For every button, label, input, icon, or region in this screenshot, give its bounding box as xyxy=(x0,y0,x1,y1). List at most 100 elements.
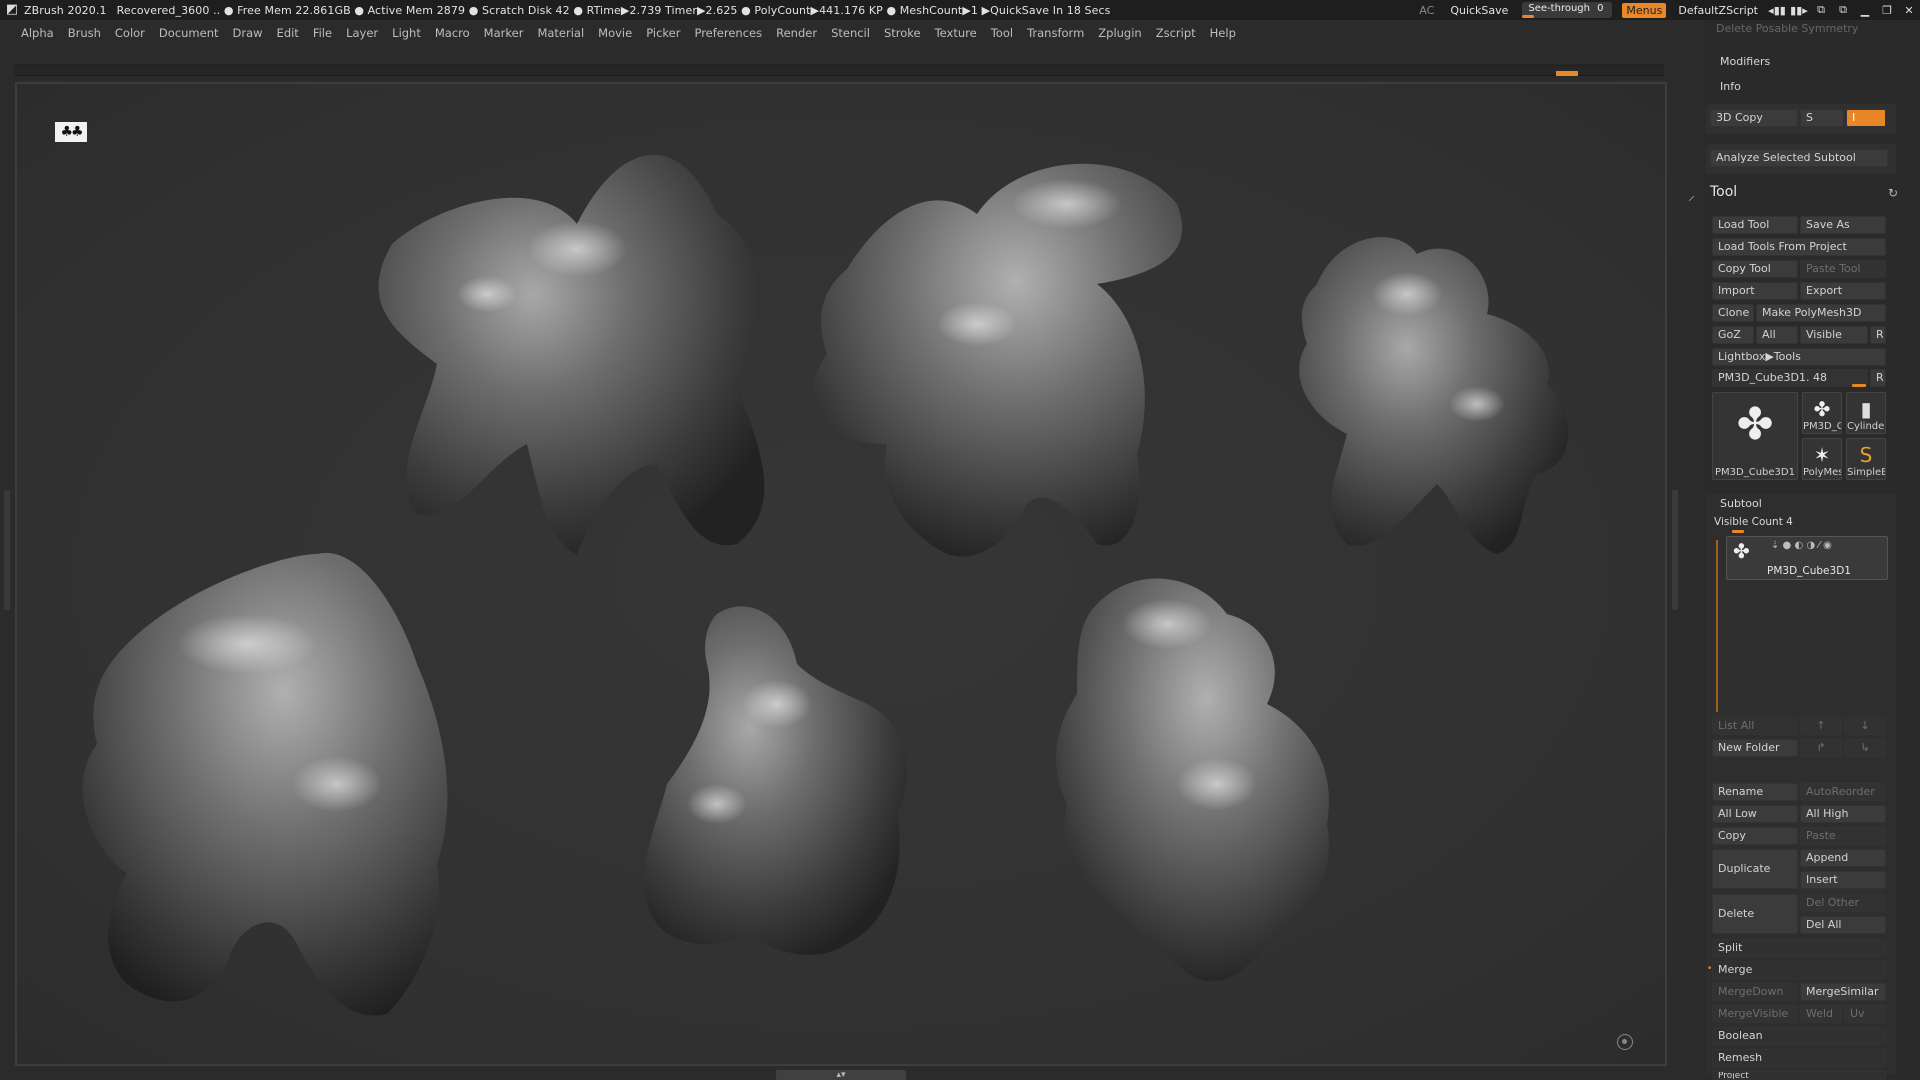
3d-copy-button[interactable]: 3D Copy xyxy=(1710,109,1798,127)
goz-visible-button[interactable]: Visible xyxy=(1800,326,1868,344)
del-all-button[interactable]: Del All xyxy=(1800,916,1886,934)
menu-material[interactable]: Material xyxy=(530,26,591,40)
ac-indicator[interactable]: AC xyxy=(1411,4,1442,17)
close-icon[interactable]: ✕ xyxy=(1898,4,1920,17)
new-folder-button[interactable]: New Folder xyxy=(1712,739,1798,757)
paste-tool-button[interactable]: Paste Tool xyxy=(1800,260,1886,278)
copy-tool-button[interactable]: Copy Tool xyxy=(1712,260,1798,278)
menus-toggle-button[interactable]: Menus xyxy=(1622,2,1667,18)
menu-help[interactable]: Help xyxy=(1203,26,1243,40)
paste-subtool-button[interactable]: Paste xyxy=(1800,827,1886,845)
menu-zplugin[interactable]: Zplugin xyxy=(1091,26,1148,40)
load-tool-button[interactable]: Load Tool xyxy=(1712,216,1798,234)
merge-section[interactable]: Merge xyxy=(1712,961,1886,979)
split-section[interactable]: Split xyxy=(1712,939,1886,957)
all-low-button[interactable]: All Low xyxy=(1712,805,1798,823)
menu-zscript[interactable]: Zscript xyxy=(1149,26,1203,40)
menu-movie[interactable]: Movie xyxy=(591,26,639,40)
boolean-section[interactable]: Boolean xyxy=(1712,1027,1886,1045)
3d-copy-i-button[interactable]: I xyxy=(1846,109,1886,127)
menu-document[interactable]: Document xyxy=(152,26,226,40)
tool-palette-title[interactable]: Tool xyxy=(1710,184,1737,200)
layout-icon-1[interactable]: ◂▮▮ xyxy=(1766,4,1788,17)
duplicate-button[interactable]: Duplicate xyxy=(1712,849,1798,889)
copy-subtool-button[interactable]: Copy xyxy=(1712,827,1798,845)
merge-similar-button[interactable]: MergeSimilar xyxy=(1800,983,1886,1001)
modifiers-section[interactable]: Modifiers xyxy=(1720,55,1770,68)
import-button[interactable]: Import xyxy=(1712,282,1798,300)
lightbox-tools-button[interactable]: Lightbox▶Tools xyxy=(1712,348,1886,366)
menu-alpha[interactable]: Alpha xyxy=(14,26,61,40)
layout-icon-2[interactable]: ▮▮▸ xyxy=(1788,4,1810,17)
menu-transform[interactable]: Transform xyxy=(1020,26,1091,40)
delete-button[interactable]: Delete xyxy=(1712,894,1798,934)
goz-button[interactable]: GoZ xyxy=(1712,326,1754,344)
menu-draw[interactable]: Draw xyxy=(226,26,270,40)
tool-pin-icon[interactable]: ⸝ xyxy=(1688,186,1695,205)
save-as-button[interactable]: Save As xyxy=(1800,216,1886,234)
weld-button[interactable]: Weld xyxy=(1800,1005,1842,1023)
rename-button[interactable]: Rename xyxy=(1712,783,1798,801)
quicksave-button[interactable]: QuickSave xyxy=(1442,4,1516,17)
delete-posable-symmetry-label[interactable]: Delete Posable Symmetry xyxy=(1716,22,1858,35)
menu-marker[interactable]: Marker xyxy=(477,26,531,40)
analyze-selected-subtool-button[interactable]: Analyze Selected Subtool xyxy=(1710,149,1888,167)
autoreorder-button[interactable]: AutoReorder xyxy=(1800,783,1886,801)
menu-file[interactable]: File xyxy=(306,26,339,40)
menu-preferences[interactable]: Preferences xyxy=(687,26,769,40)
make-polymesh3d-button[interactable]: Make PolyMesh3D xyxy=(1756,304,1886,322)
menu-color[interactable]: Color xyxy=(108,26,152,40)
menu-stencil[interactable]: Stencil xyxy=(824,26,877,40)
minimize-icon[interactable]: ▁ xyxy=(1854,4,1876,17)
menu-edit[interactable]: Edit xyxy=(270,26,306,40)
menu-light[interactable]: Light xyxy=(385,26,428,40)
visible-count-label[interactable]: Visible Count 4 xyxy=(1714,516,1793,528)
floor-gizmo-icon[interactable] xyxy=(1617,1034,1633,1050)
tool-thumb-simplebrush[interactable]: S SimpleB xyxy=(1846,438,1886,480)
current-tool-r-button[interactable]: R xyxy=(1870,369,1886,387)
window-icon-2[interactable]: ⧉ xyxy=(1832,3,1854,17)
remesh-section[interactable]: Remesh xyxy=(1712,1049,1886,1067)
list-all-button[interactable]: List All xyxy=(1712,717,1798,735)
subtool-toggle-icons[interactable]: ⇣ ● ◐ ◑ ⁄ ◉ xyxy=(1771,540,1832,551)
tool-thumb-pm3d[interactable]: ✤ PM3D_C xyxy=(1802,392,1842,434)
export-button[interactable]: Export xyxy=(1800,282,1886,300)
info-section[interactable]: Info xyxy=(1720,80,1741,93)
menu-macro[interactable]: Macro xyxy=(428,26,477,40)
menu-tool[interactable]: Tool xyxy=(984,26,1020,40)
window-icon-1[interactable]: ⧉ xyxy=(1810,3,1832,17)
move-down-icon[interactable]: ↓ xyxy=(1844,717,1886,735)
3d-copy-s-button[interactable]: S xyxy=(1800,109,1844,127)
subtool-scrollbar[interactable] xyxy=(1716,540,1718,712)
all-high-button[interactable]: All High xyxy=(1800,805,1886,823)
menu-texture[interactable]: Texture xyxy=(928,26,984,40)
subtool-header[interactable]: Subtool xyxy=(1720,497,1762,510)
menu-render[interactable]: Render xyxy=(769,26,824,40)
menu-layer[interactable]: Layer xyxy=(339,26,385,40)
right-tray-handle[interactable] xyxy=(1672,490,1678,610)
bottom-tray-handle[interactable]: ▴▾ xyxy=(776,1070,906,1080)
move-up-icon[interactable]: ↑ xyxy=(1800,717,1842,735)
del-other-button[interactable]: Del Other xyxy=(1800,894,1886,912)
canvas-viewport[interactable]: ♣♣ xyxy=(15,82,1667,1066)
uv-button[interactable]: Uv xyxy=(1844,1005,1886,1023)
load-tools-from-project-button[interactable]: Load Tools From Project xyxy=(1712,238,1886,256)
main-tool-thumbnail[interactable]: ✤ PM3D_Cube3D1 xyxy=(1712,392,1798,480)
left-tray-handle[interactable] xyxy=(4,490,10,610)
tool-thumb-cylinder[interactable]: ▮ Cylinder xyxy=(1846,392,1886,434)
tool-thumb-polymesh[interactable]: ✶ PolyMes xyxy=(1802,438,1842,480)
restore-icon[interactable]: ❐ xyxy=(1876,4,1898,17)
insert-button[interactable]: Insert xyxy=(1800,871,1886,889)
merge-visible-button[interactable]: MergeVisible xyxy=(1712,1005,1798,1023)
folder-in-icon[interactable]: ↱ xyxy=(1800,739,1842,757)
append-button[interactable]: Append xyxy=(1800,849,1886,867)
goz-r-button[interactable]: R xyxy=(1870,326,1886,344)
default-zscript-button[interactable]: DefaultZScript xyxy=(1670,4,1766,17)
menu-picker[interactable]: Picker xyxy=(639,26,687,40)
menu-stroke[interactable]: Stroke xyxy=(877,26,928,40)
folder-out-icon[interactable]: ↳ xyxy=(1844,739,1886,757)
goz-all-button[interactable]: All xyxy=(1756,326,1798,344)
merge-down-button[interactable]: MergeDown xyxy=(1712,983,1798,1001)
menu-brush[interactable]: Brush xyxy=(61,26,108,40)
project-section[interactable]: Project xyxy=(1712,1071,1886,1080)
